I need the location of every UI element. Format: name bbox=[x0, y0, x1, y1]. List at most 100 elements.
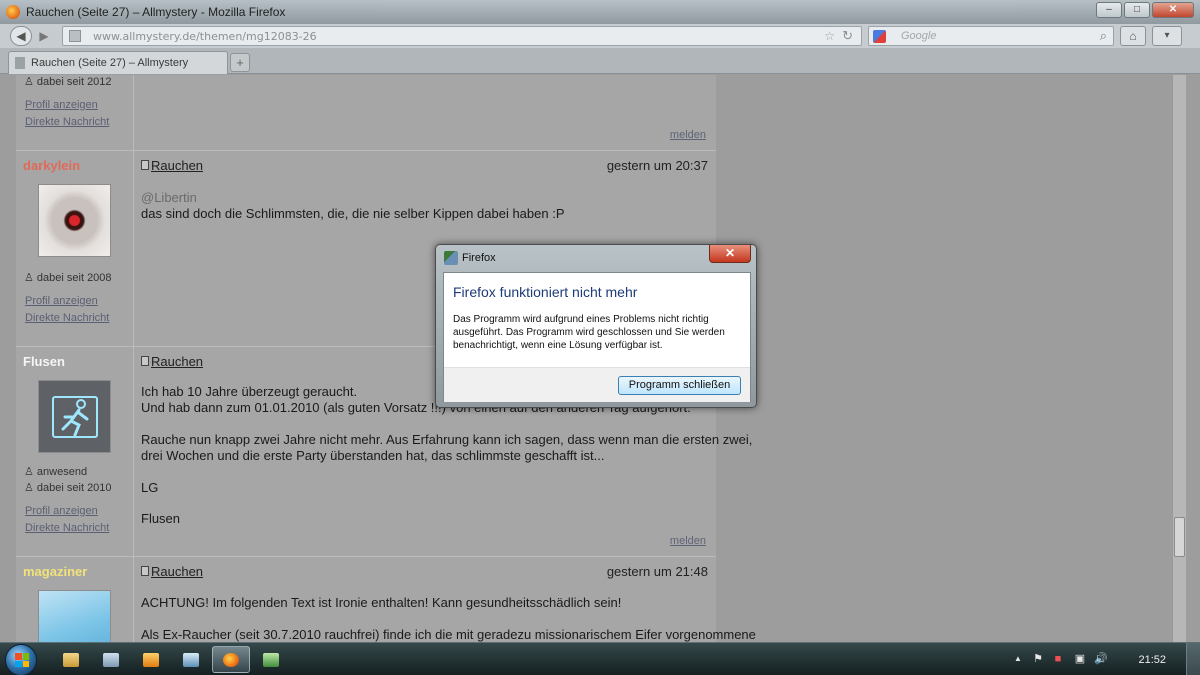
url-text[interactable]: www.allmystery.de/themen/mg12083-26 bbox=[93, 30, 317, 43]
profile-link[interactable]: Profil anzeigen bbox=[25, 295, 98, 307]
window-title: Rauchen (Seite 27) – Allmystery - Mozill… bbox=[26, 5, 286, 19]
username[interactable]: Flusen bbox=[23, 354, 65, 369]
system-tray: ▲ ⚑ ■ ▣ 🔊 21:52 bbox=[1010, 643, 1200, 675]
search-input[interactable]: Google bbox=[901, 30, 936, 42]
menu-button[interactable]: ▾ bbox=[1152, 26, 1182, 46]
post-text-line: Rauche nun knapp zwei Jahre nicht mehr. … bbox=[141, 432, 753, 447]
window-icon bbox=[103, 652, 119, 667]
crash-dialog: Firefox ✕ Firefox funktioniert nicht meh… bbox=[435, 244, 757, 408]
post-date: gestern um 20:37 bbox=[606, 158, 708, 173]
avatar[interactable] bbox=[38, 380, 111, 453]
scrollbar-thumb[interactable] bbox=[1174, 517, 1185, 557]
dialog-body: Firefox funktioniert nicht mehr Das Prog… bbox=[443, 272, 751, 402]
post-text: das sind doch die Schlimmsten, die, die … bbox=[141, 206, 565, 221]
thread-link[interactable]: Rauchen bbox=[151, 354, 203, 369]
post-date: gestern um 21:48 bbox=[606, 564, 708, 579]
post-author-panel: Flusen ♙ anwesend ♙ dabei seit 2010 Prof… bbox=[16, 347, 134, 556]
window-controls: – □ ✕ bbox=[1096, 2, 1194, 18]
new-tab-button[interactable]: + bbox=[230, 53, 250, 72]
tab-rauchen[interactable]: Rauchen (Seite 27) – Allmystery bbox=[8, 51, 228, 74]
dialog-close-button[interactable]: ✕ bbox=[709, 245, 751, 263]
volume-icon[interactable]: 🔊 bbox=[1094, 653, 1108, 665]
site-identity-icon[interactable] bbox=[69, 30, 81, 42]
member-since: ♙ dabei seit 2008 bbox=[24, 272, 112, 284]
member-icon: ♙ bbox=[24, 482, 37, 494]
tab-label: Rauchen (Seite 27) – Allmystery bbox=[31, 57, 189, 69]
minimize-button[interactable]: – bbox=[1096, 2, 1122, 18]
back-button[interactable]: ◀ bbox=[10, 26, 32, 46]
search-bar[interactable]: Google ⌕ bbox=[868, 26, 1114, 46]
post-text-line: ACHTUNG! Im folgenden Text ist Ironie en… bbox=[141, 595, 622, 610]
thread-link[interactable]: Rauchen bbox=[151, 158, 203, 173]
close-program-button[interactable]: Programm schließen bbox=[618, 376, 741, 395]
thread-icon bbox=[141, 566, 149, 576]
firefox-icon bbox=[223, 652, 239, 667]
forward-button[interactable]: ▶ bbox=[34, 27, 54, 45]
forum-post: ♙ dabei seit 2012 Profil anzeigen Direkt… bbox=[16, 75, 716, 151]
firefox-logo-icon bbox=[6, 5, 20, 19]
dialog-message: Das Programm wird aufgrund eines Problem… bbox=[453, 314, 725, 351]
profile-link[interactable]: Profil anzeigen bbox=[25, 99, 98, 111]
network-icon[interactable]: ▣ bbox=[1074, 653, 1086, 665]
taskbar-photo-viewer[interactable] bbox=[252, 646, 290, 673]
url-bar[interactable]: www.allmystery.de/themen/mg12083-26 ☆ ↻ bbox=[62, 26, 862, 46]
running-man-icon bbox=[51, 395, 98, 438]
dialog-title: Firefox bbox=[462, 252, 496, 264]
message-link[interactable]: Direkte Nachricht bbox=[25, 522, 109, 534]
member-icon: ♙ bbox=[24, 76, 37, 88]
page-icon bbox=[15, 57, 25, 69]
taskbar: ▲ ⚑ ■ ▣ 🔊 21:52 bbox=[0, 642, 1200, 675]
thread-link[interactable]: Rauchen bbox=[151, 564, 203, 579]
taskbar-firefox[interactable] bbox=[212, 646, 250, 673]
folder-icon bbox=[63, 652, 79, 667]
dialog-heading: Firefox funktioniert nicht mehr bbox=[453, 284, 638, 300]
reload-icon[interactable]: ↻ bbox=[842, 28, 853, 44]
show-hidden-icons-icon[interactable]: ▲ bbox=[1012, 653, 1024, 665]
media-player-icon bbox=[143, 652, 159, 667]
post-text-line: Als Ex-Raucher (seit 30.7.2010 rauchfrei… bbox=[141, 627, 756, 642]
thread-icon bbox=[141, 160, 149, 170]
close-window-button[interactable]: ✕ bbox=[1152, 2, 1194, 18]
thread-icon bbox=[141, 356, 149, 366]
member-since: ♙ dabei seit 2010 bbox=[24, 482, 112, 494]
report-link[interactable]: melden bbox=[670, 129, 706, 141]
avatar[interactable] bbox=[38, 184, 111, 257]
profile-link[interactable]: Profil anzeigen bbox=[25, 505, 98, 517]
avatar[interactable] bbox=[38, 590, 111, 642]
windows-logo-icon bbox=[15, 653, 29, 667]
taskbar-media-player[interactable] bbox=[132, 646, 170, 673]
start-button[interactable] bbox=[5, 644, 37, 675]
post-text-line: Flusen bbox=[141, 511, 181, 526]
safely-remove-icon[interactable]: ■ bbox=[1052, 653, 1064, 665]
post-text-line: Ich hab 10 Jahre überzeugt geraucht. bbox=[141, 384, 358, 399]
action-center-flag-icon[interactable]: ⚑ bbox=[1032, 653, 1044, 665]
clock[interactable]: 21:52 bbox=[1138, 654, 1166, 666]
report-link[interactable]: melden bbox=[670, 535, 706, 547]
vertical-scrollbar[interactable] bbox=[1172, 75, 1186, 642]
online-status: ♙ anwesend bbox=[24, 466, 88, 478]
username[interactable]: darkylein bbox=[23, 158, 80, 173]
taskbar-explorer[interactable] bbox=[52, 646, 90, 673]
post-body-panel: melden bbox=[135, 75, 716, 150]
status-icon: ♙ bbox=[24, 466, 37, 478]
member-icon: ♙ bbox=[24, 272, 37, 284]
post-author-panel: darkylein ♙ dabei seit 2008 Profil anzei… bbox=[16, 151, 134, 346]
post-author-panel: ♙ dabei seit 2012 Profil anzeigen Direkt… bbox=[16, 75, 134, 150]
firefox-app-icon bbox=[444, 251, 458, 265]
taskbar-media-center[interactable] bbox=[92, 646, 130, 673]
quote-mention[interactable]: @Libertin bbox=[141, 190, 197, 206]
show-desktop-button[interactable] bbox=[1186, 643, 1200, 675]
monitor-icon bbox=[183, 652, 199, 667]
message-link[interactable]: Direkte Nachricht bbox=[25, 312, 109, 324]
home-button[interactable]: ⌂ bbox=[1120, 26, 1146, 46]
post-text-line: LG bbox=[141, 480, 159, 495]
search-icon[interactable]: ⌕ bbox=[1100, 28, 1107, 44]
photo-icon bbox=[263, 652, 279, 667]
taskbar-control-panel[interactable] bbox=[172, 646, 210, 673]
username[interactable]: magaziner bbox=[23, 564, 87, 579]
post-author-panel: magaziner bbox=[16, 557, 134, 642]
bookmark-star-icon[interactable]: ☆ bbox=[824, 29, 835, 43]
maximize-button[interactable]: □ bbox=[1124, 2, 1150, 18]
search-engine-icon[interactable] bbox=[873, 30, 886, 43]
message-link[interactable]: Direkte Nachricht bbox=[25, 116, 109, 128]
